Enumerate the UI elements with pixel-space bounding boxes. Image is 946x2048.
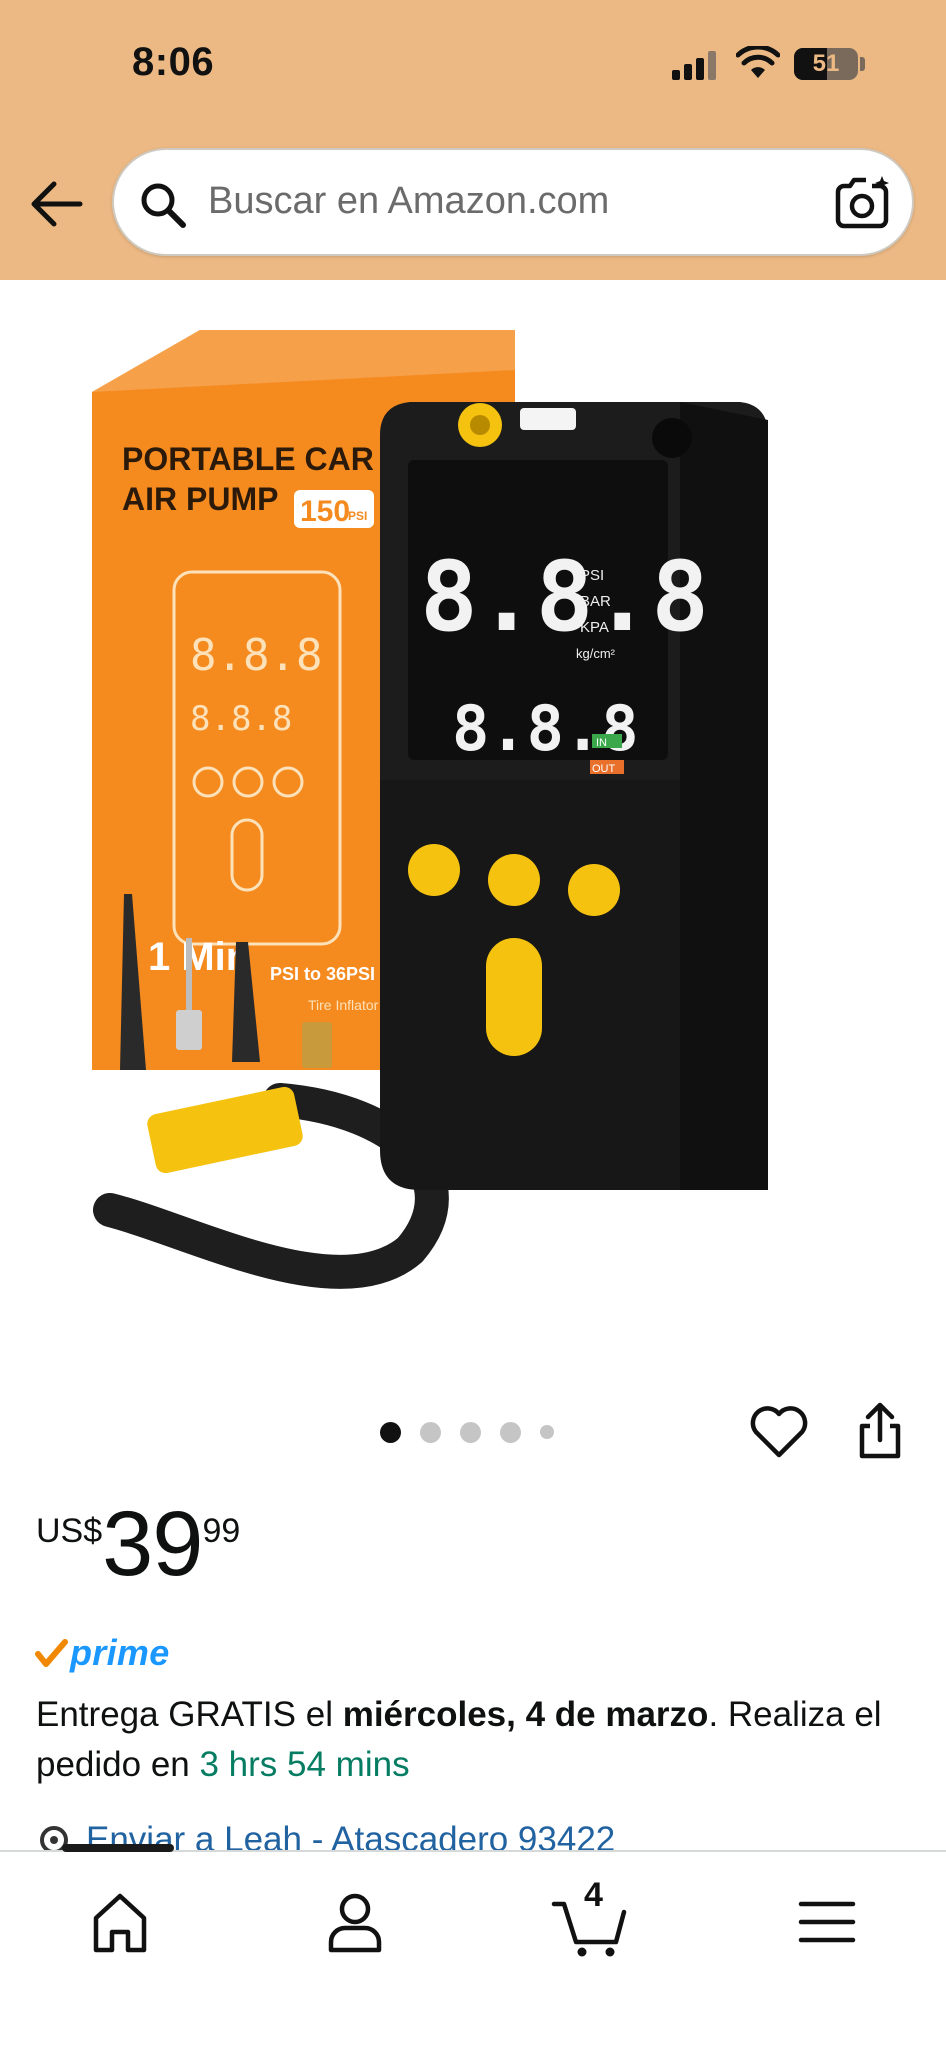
carousel-dot[interactable]: [420, 1421, 441, 1443]
box-small-line: 1 Min: [148, 935, 250, 979]
back-arrow-icon[interactable]: [28, 178, 84, 230]
box-badge-unit: PSI: [348, 509, 367, 523]
pump-device: 8.8.8 8.8.8 PSI BAR KPA kg/cm² IN OUT: [380, 402, 768, 1190]
cart-count: 4: [584, 1876, 603, 1914]
wifi-icon: [736, 46, 780, 78]
carousel-dots[interactable]: [380, 1420, 554, 1444]
box-title-line2: AIR PUMP: [122, 481, 278, 517]
display-tag-in: IN: [596, 737, 607, 749]
battery-icon: 51: [794, 48, 858, 80]
top-header: 8:06 51 Buscar en Amazon.com: [0, 0, 946, 280]
battery-tip: [860, 57, 865, 71]
signal-icon: [672, 51, 716, 80]
prime-check-icon: [35, 1639, 68, 1667]
display-unit-bar: BAR: [580, 593, 611, 610]
price: US$ 39 99: [36, 1498, 240, 1590]
bottom-nav: 4: [0, 1844, 946, 2048]
battery-level: 51: [812, 50, 840, 77]
carousel-dot[interactable]: [500, 1421, 521, 1443]
account-icon[interactable]: [315, 1882, 395, 1962]
carousel-dot[interactable]: [540, 1425, 554, 1439]
cart-button[interactable]: 4: [550, 1876, 630, 1962]
box-title-line1: PORTABLE CAR: [122, 441, 374, 477]
delivery-date: miércoles, 4 de marzo: [342, 1695, 709, 1734]
display-digits-small: 8.8.8: [452, 692, 639, 765]
carousel-dot[interactable]: [380, 1421, 401, 1443]
camera-icon[interactable]: [832, 174, 892, 234]
prime-label: prime: [70, 1632, 170, 1673]
display-unit-kpa: KPA: [580, 619, 609, 636]
active-tab-indicator: [62, 1844, 174, 1852]
menu-icon[interactable]: [787, 1882, 867, 1962]
box-range: PSI to 36PSI: [270, 964, 375, 984]
box-badge: 150: [300, 495, 350, 528]
delivery-countdown: 3 hrs 54 mins: [199, 1745, 410, 1784]
price-whole: 39: [102, 1493, 203, 1595]
search-input[interactable]: Buscar en Amazon.com: [208, 180, 609, 223]
delivery-info: Entrega GRATIS el miércoles, 4 de marzo.…: [36, 1690, 916, 1790]
product-image[interactable]: PORTABLE CAR AIR PUMP 150 PSI 8.8.8 8.8.…: [40, 310, 906, 1310]
prime-badge: prime: [34, 1632, 170, 1674]
display-unit-psi: PSI: [580, 567, 604, 584]
status-time: 8:06: [132, 40, 215, 84]
price-fraction: 99: [202, 1512, 241, 1550]
heart-icon[interactable]: [750, 1405, 808, 1459]
display-digits: 8.8.8: [420, 541, 709, 653]
price-currency: US$: [36, 1512, 103, 1550]
home-icon[interactable]: [80, 1882, 160, 1962]
carousel-dot[interactable]: [460, 1421, 481, 1443]
search-icon: [141, 183, 186, 228]
svg-text:8.8.8: 8.8.8: [190, 699, 292, 739]
display-tag-out: OUT: [592, 763, 616, 775]
search-bar[interactable]: Buscar en Amazon.com: [112, 148, 914, 256]
share-icon[interactable]: [856, 1402, 904, 1460]
display-unit-kgcm: kg/cm²: [576, 646, 616, 661]
svg-text:8.8.8: 8.8.8: [190, 630, 322, 681]
box-sub: Tire Inflator: [308, 997, 379, 1013]
delivery-prefix: Entrega GRATIS el: [36, 1695, 343, 1734]
